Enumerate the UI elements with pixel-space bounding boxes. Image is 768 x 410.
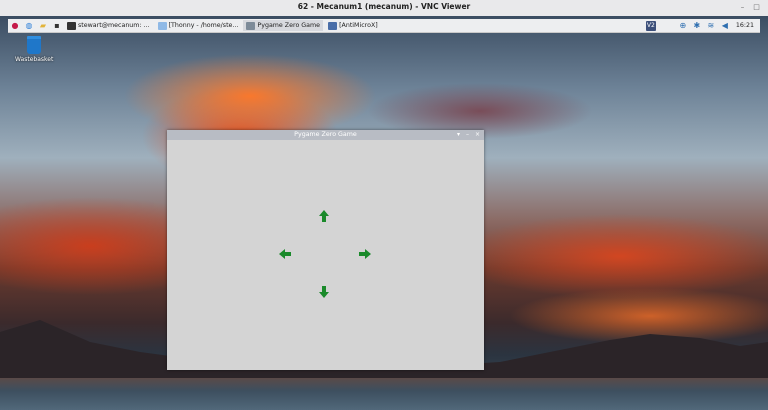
- wifi-icon[interactable]: ≋: [706, 21, 716, 31]
- raspberry-menu-icon[interactable]: ●: [10, 21, 20, 31]
- vnc-window-title: 62 - Mecanum1 (mecanum) - VNC Viewer: [297, 2, 471, 11]
- taskbar-item-pygame[interactable]: Pygame Zero Game: [243, 20, 324, 31]
- update-icon[interactable]: ⊕: [678, 21, 688, 31]
- wastebasket-label: Wastebasket: [15, 56, 54, 63]
- taskbar-item-antimicrox[interactable]: [AntiMicroX]: [325, 20, 381, 31]
- taskbar-item-label: [AntiMicroX]: [339, 22, 378, 29]
- arrow-down-icon: [319, 286, 329, 298]
- arrow-right-icon: [359, 249, 371, 259]
- pygame-window[interactable]: Pygame Zero Game ▾ – ×: [167, 130, 484, 370]
- pygame-window-titlebar[interactable]: Pygame Zero Game ▾ – ×: [167, 130, 484, 140]
- trash-icon: [27, 36, 41, 54]
- window-minimize-icon[interactable]: ▾: [455, 131, 462, 138]
- browser-icon[interactable]: ◍: [24, 21, 34, 31]
- vnc-tray-icon[interactable]: V2: [645, 20, 656, 31]
- bluetooth-icon[interactable]: ✱: [692, 21, 702, 31]
- taskbar-item-label: stewart@mecanum: ...: [78, 22, 150, 29]
- taskbar-item-label: [Thonny - /home/ste...: [168, 22, 239, 29]
- file-manager-icon[interactable]: ▰: [38, 21, 48, 31]
- arrow-left-icon: [279, 249, 291, 259]
- gamepad-icon: [328, 21, 338, 30]
- taskbar-item-label: Pygame Zero Game: [257, 22, 321, 29]
- system-tray: V2 ⊕ ✱ ≋ ◀ 16:21: [644, 19, 760, 32]
- clock: 16:21: [735, 22, 754, 29]
- maximize-icon[interactable]: □: [752, 3, 761, 12]
- wastebasket-desktop-icon[interactable]: Wastebasket: [15, 36, 53, 63]
- pygame-window-title: Pygame Zero Game: [294, 131, 357, 138]
- terminal-icon: [67, 21, 76, 30]
- thonny-icon: [157, 21, 167, 30]
- vnc-title-bar: 62 - Mecanum1 (mecanum) - VNC Viewer – □: [0, 0, 768, 17]
- pygame-canvas[interactable]: [167, 140, 484, 370]
- lake-water: [0, 378, 768, 410]
- taskbar-item-terminal[interactable]: stewart@mecanum: ...: [64, 20, 153, 31]
- minimize-icon[interactable]: –: [738, 3, 747, 12]
- taskbar-item-thonny[interactable]: [Thonny - /home/ste...: [155, 20, 242, 31]
- window-close-icon[interactable]: ×: [474, 131, 481, 138]
- terminal-launch-icon[interactable]: ▪: [52, 21, 62, 31]
- arrow-up-icon: [319, 210, 329, 222]
- window-maximize-icon[interactable]: –: [464, 131, 471, 138]
- taskbar: ● ◍ ▰ ▪ stewart@mecanum: ... [Thonny - /…: [8, 19, 760, 33]
- pygame-icon: [246, 21, 256, 30]
- volume-icon[interactable]: ◀: [720, 21, 730, 31]
